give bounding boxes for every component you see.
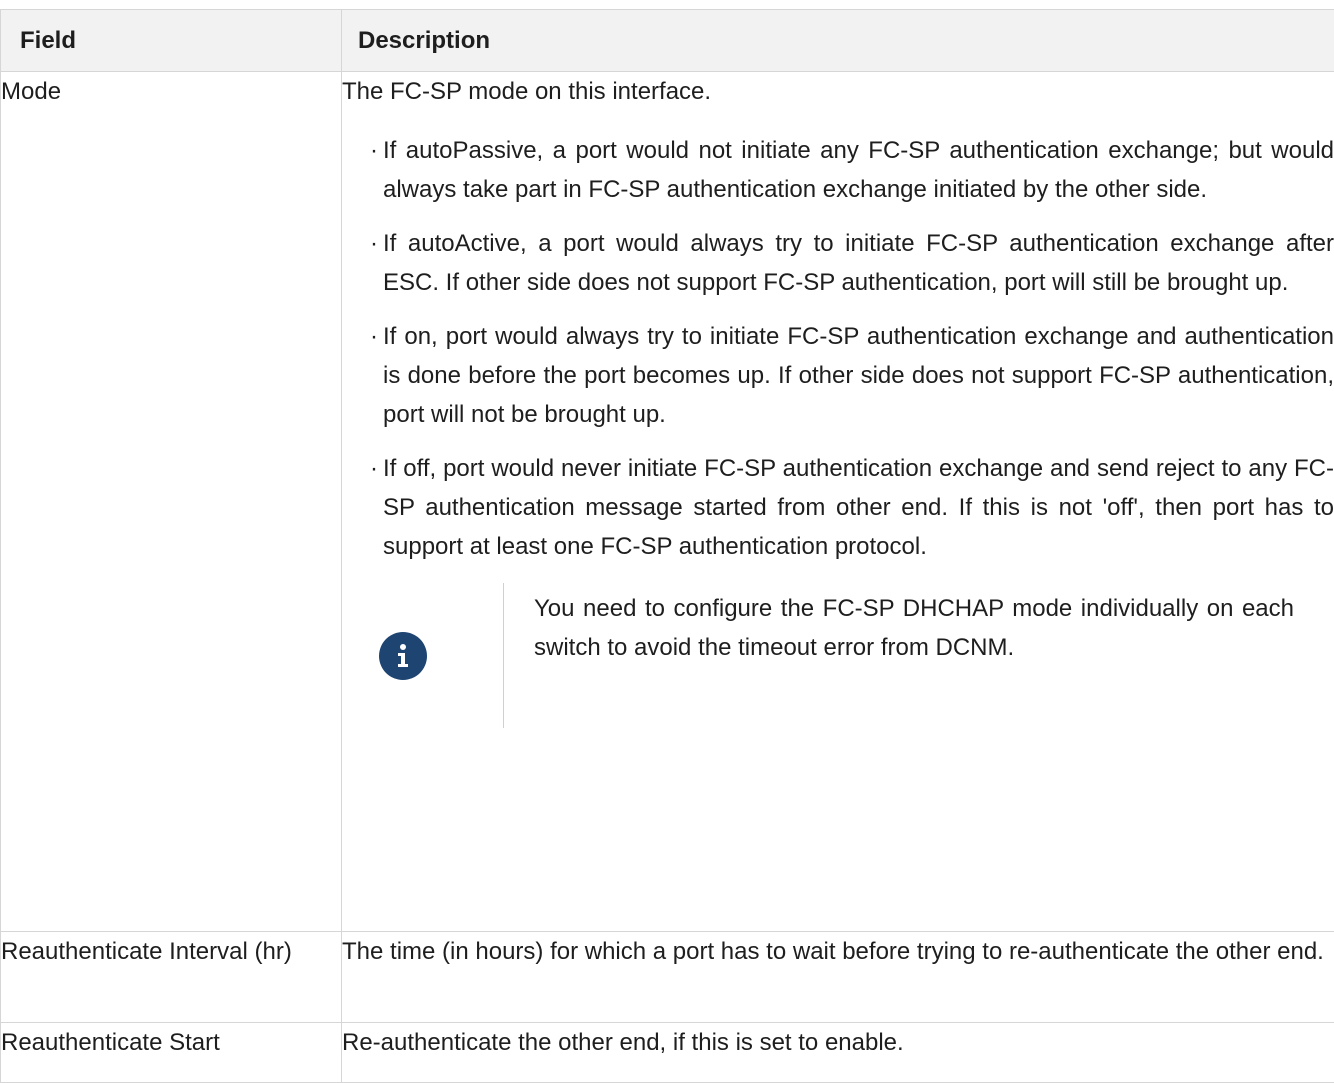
- bullet-icon: ·: [370, 449, 378, 488]
- field-cell: Reauthenticate Interval (hr): [1, 932, 342, 1023]
- mode-description: The FC-SP mode on this interface.: [342, 72, 1334, 111]
- table-row-reauth-interval: Reauthenticate Interval (hr) The time (i…: [1, 932, 1334, 1023]
- description-cell: The FC-SP mode on this interface. ·If au…: [342, 72, 1334, 932]
- list-item-text: If autoPassive, a port would not initiat…: [383, 137, 1334, 203]
- list-item-text: If autoActive, a port would always try t…: [383, 230, 1334, 296]
- list-item: ·If autoPassive, a port would not initia…: [342, 131, 1334, 209]
- info-icon-container: [374, 583, 503, 728]
- list-item: ·If on, port would always try to initiat…: [342, 317, 1334, 434]
- bullet-icon: ·: [370, 317, 378, 356]
- list-item: ·If off, port would never initiate FC-SP…: [342, 449, 1334, 566]
- note-text: You need to configure the FC-SP DHCHAP m…: [534, 583, 1294, 728]
- table-row-mode: Mode The FC-SP mode on this interface. ·…: [1, 72, 1334, 932]
- bullet-icon: ·: [370, 131, 378, 170]
- header-field: Field: [1, 10, 342, 72]
- info-note: You need to configure the FC-SP DHCHAP m…: [374, 583, 1334, 728]
- field-cell: Mode: [1, 72, 342, 932]
- info-icon: [379, 632, 427, 680]
- bullet-icon: ·: [370, 224, 378, 263]
- header-description: Description: [342, 10, 1334, 72]
- note-divider: [503, 583, 504, 728]
- fields-table: Field Description Mode The FC-SP mode on…: [0, 9, 1334, 1083]
- list-item: ·If autoActive, a port would always try …: [342, 224, 1334, 302]
- table-header-row: Field Description: [1, 10, 1334, 72]
- mode-options-list: ·If autoPassive, a port would not initia…: [342, 131, 1334, 566]
- list-item-text: If on, port would always try to initiate…: [383, 323, 1334, 428]
- list-item-text: If off, port would never initiate FC-SP …: [383, 455, 1334, 560]
- description-cell: The time (in hours) for which a port has…: [342, 932, 1334, 1023]
